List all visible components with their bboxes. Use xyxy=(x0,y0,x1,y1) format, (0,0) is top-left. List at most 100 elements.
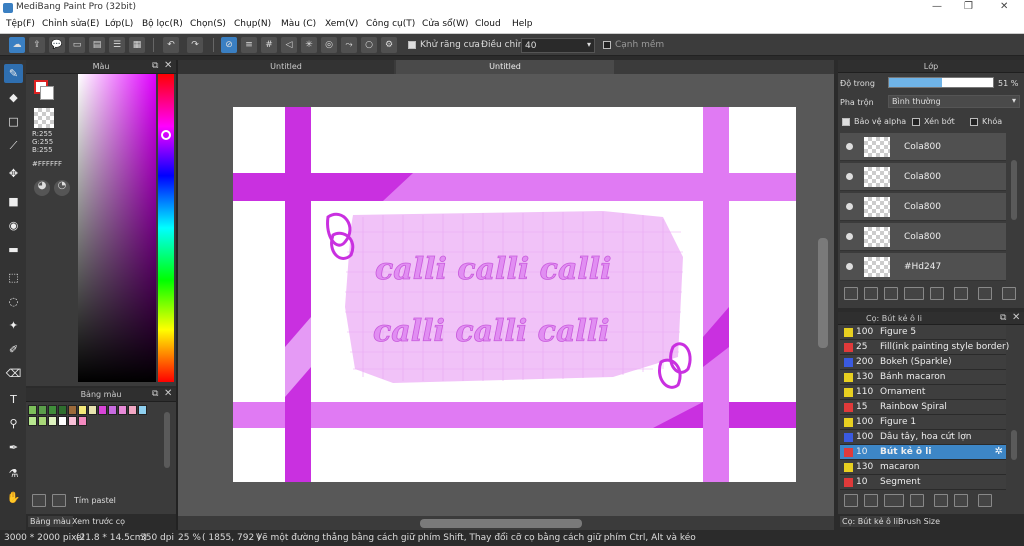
palette-swatch[interactable] xyxy=(78,405,87,415)
menu-edit[interactable]: Chỉnh sửa(E) xyxy=(42,19,99,29)
layer-item[interactable]: Cola800 xyxy=(840,133,1006,161)
brush-tool-icon[interactable]: ✎ xyxy=(4,64,23,83)
palette-swatch[interactable] xyxy=(78,416,87,426)
antialias-checkbox[interactable] xyxy=(408,40,416,50)
tab-brush[interactable]: Cọ: Bút kẻ ô li xyxy=(840,516,900,527)
merge-layer-icon[interactable] xyxy=(978,287,992,300)
magic-wand-tool-icon[interactable]: ✦ xyxy=(4,316,23,335)
eraser-tool-icon[interactable]: ◆ xyxy=(4,88,23,107)
hue-handle[interactable] xyxy=(161,130,171,140)
tab-brush-preview[interactable]: Xem trước cọ xyxy=(72,517,125,526)
delete-palette-icon[interactable] xyxy=(52,494,66,507)
close-icon[interactable]: ✕ xyxy=(1000,1,1008,12)
layer-item[interactable]: Cola800 xyxy=(840,163,1006,191)
maximize-icon[interactable]: ❐ xyxy=(964,1,973,12)
vanishing-snap-icon[interactable]: ◁ xyxy=(281,37,297,53)
undock-icon[interactable]: ⧉ xyxy=(152,61,158,71)
upload-icon[interactable]: ⇪ xyxy=(29,37,45,53)
background-color[interactable] xyxy=(40,86,54,100)
panel-close-icon[interactable]: ✕ xyxy=(1012,312,1020,323)
layer-item[interactable]: Cola800 xyxy=(840,223,1006,251)
comment-icon[interactable]: ▭ xyxy=(69,37,85,53)
cloud-icon[interactable]: ☁ xyxy=(9,37,25,53)
tab-untitled-2[interactable]: Untitled xyxy=(396,60,614,74)
layer-item[interactable]: Cola800 xyxy=(840,193,1006,221)
palette-swatch[interactable] xyxy=(98,405,107,415)
ellipse-snap-icon[interactable]: ○ xyxy=(361,37,377,53)
brush-item[interactable]: 200 Bokeh (Sparkle) xyxy=(840,355,1006,370)
brush-item[interactable]: 100 Figure 5 xyxy=(840,325,1006,340)
brush-scrollbar[interactable] xyxy=(1011,430,1017,460)
new-halftone-layer-icon[interactable] xyxy=(864,287,878,300)
brush-item[interactable]: 25 Fill(ink painting style border) xyxy=(840,340,1009,355)
menu-color[interactable]: Màu (C) xyxy=(281,19,316,29)
redo-icon[interactable]: ↷ xyxy=(187,37,203,53)
menu-layer[interactable]: Lớp(L) xyxy=(105,19,133,29)
layer-item[interactable]: #Hd247 xyxy=(840,253,1006,281)
palette-swatch[interactable] xyxy=(108,405,117,415)
folder-icon[interactable] xyxy=(934,494,948,507)
color-wheel-icon[interactable]: ◕ xyxy=(34,180,50,196)
color-set-icon[interactable]: ◔ xyxy=(54,180,70,196)
protect-alpha-checkbox[interactable] xyxy=(842,117,850,127)
brush-item[interactable]: 110 Ornament xyxy=(840,385,1006,400)
line-tool-icon[interactable]: ⟋ xyxy=(4,136,23,155)
add-layer-menu-icon[interactable] xyxy=(904,287,924,300)
new-layer-icon[interactable] xyxy=(844,287,858,300)
bucket-tool-icon[interactable]: ◉ xyxy=(4,216,23,235)
brush-item[interactable]: 100 Dâu tây, hoa cứt lợn xyxy=(840,430,1006,445)
new-palette-icon[interactable] xyxy=(32,494,46,507)
snap-off-icon[interactable]: ⊘ xyxy=(221,37,237,53)
select-pen-tool-icon[interactable]: ✐ xyxy=(4,340,23,359)
soft-edge-checkbox[interactable] xyxy=(603,40,611,50)
palette-swatch[interactable] xyxy=(48,405,57,415)
text-tool-icon[interactable]: T xyxy=(4,390,23,409)
parallel-snap-icon[interactable]: ≡ xyxy=(241,37,257,53)
brush-item[interactable]: 10 Bút kẻ ô li ✲ xyxy=(840,445,1006,460)
drawing-canvas[interactable]: calli calli calli calli calli calli xyxy=(233,107,796,482)
palette-swatch[interactable] xyxy=(128,405,137,415)
menu-help[interactable]: Help xyxy=(512,19,533,29)
hand-tool-icon[interactable]: ✋ xyxy=(4,488,23,507)
eye-icon[interactable] xyxy=(846,233,853,240)
canvas-vscroll[interactable] xyxy=(818,238,828,348)
minimize-icon[interactable]: — xyxy=(932,1,942,12)
move-tool-icon[interactable]: ✥ xyxy=(4,164,23,183)
undock-icon[interactable]: ⧉ xyxy=(1000,313,1006,323)
palette-swatch[interactable] xyxy=(138,405,147,415)
menu-select[interactable]: Chọn(S) xyxy=(190,19,226,29)
folder-icon[interactable] xyxy=(930,287,944,300)
tab-brush-size[interactable]: Brush Size xyxy=(898,517,940,526)
palette-swatch[interactable] xyxy=(38,405,47,415)
menu-view[interactable]: Xem(V) xyxy=(325,19,358,29)
new-8bit-layer-icon[interactable] xyxy=(884,287,898,300)
eye-icon[interactable] xyxy=(846,173,853,180)
settings-icon[interactable]: ⚙ xyxy=(381,37,397,53)
brush-item[interactable]: 130 macaron xyxy=(840,460,1006,475)
canvas-hscroll[interactable] xyxy=(420,519,582,528)
dropper-tool-icon[interactable]: ⚗ xyxy=(4,464,23,483)
select-tool-icon[interactable]: ⬚ xyxy=(4,268,23,287)
hue-slider[interactable] xyxy=(158,74,174,382)
adjust-select[interactable]: 40 ▾ xyxy=(521,38,595,53)
chat-icon[interactable]: 💬 xyxy=(49,37,65,53)
add-brush-icon[interactable] xyxy=(844,494,858,507)
palette-scrollbar[interactable] xyxy=(164,412,170,468)
blend-select[interactable]: Bình thường ▾ xyxy=(888,95,1020,108)
curve-snap-icon[interactable]: ⤳ xyxy=(341,37,357,53)
eyedropper-tool-icon[interactable]: ✒ xyxy=(4,438,23,457)
select-eraser-tool-icon[interactable]: ⌫ xyxy=(4,364,23,383)
brush-settings-icon[interactable] xyxy=(864,494,878,507)
palette-swatch[interactable] xyxy=(118,405,127,415)
opacity-slider[interactable] xyxy=(888,77,994,88)
brush-item[interactable]: 15 Rainbow Spiral xyxy=(840,400,1006,415)
layers-scrollbar[interactable] xyxy=(1011,160,1017,220)
divide-tool-icon[interactable]: ⚲ xyxy=(4,414,23,433)
menu-cloud[interactable]: Cloud xyxy=(475,19,501,29)
palette-swatch[interactable] xyxy=(68,405,77,415)
palette-swatch[interactable] xyxy=(28,405,37,415)
menu-file[interactable]: Tệp(F) xyxy=(6,19,35,29)
panel-close-icon[interactable]: ✕ xyxy=(164,388,172,399)
palette-swatch[interactable] xyxy=(88,405,97,415)
palette-swatch[interactable] xyxy=(28,416,37,426)
